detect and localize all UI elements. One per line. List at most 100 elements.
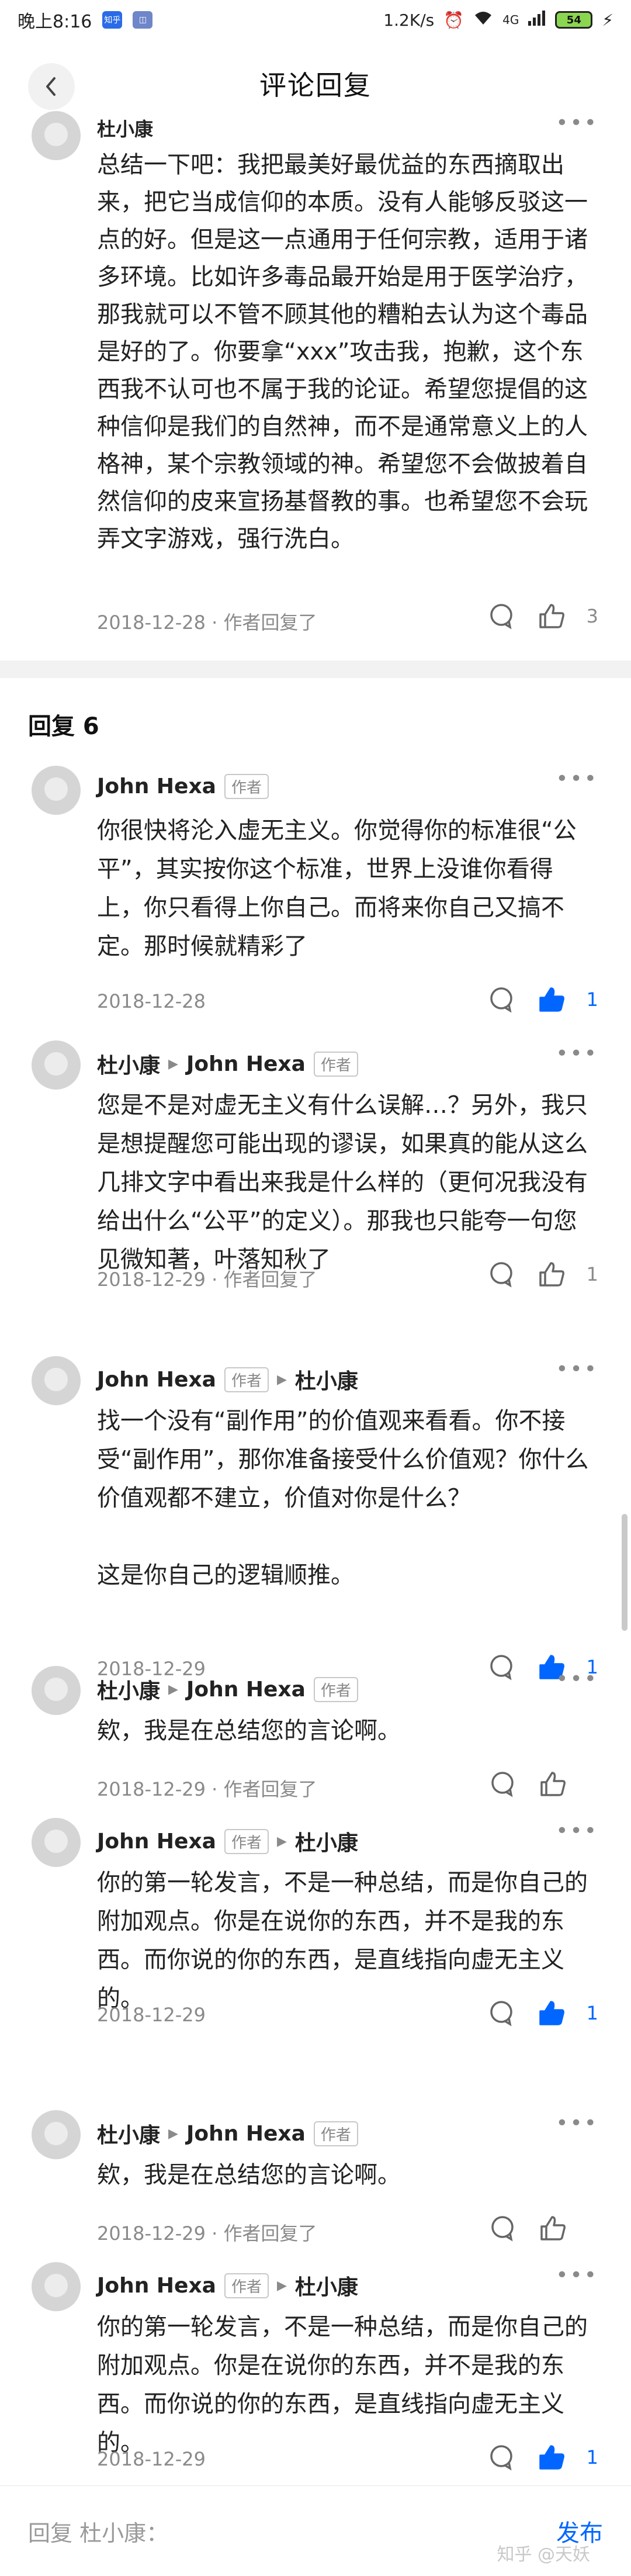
network-speed: 1.2K/s (383, 10, 435, 30)
avatar[interactable] (32, 1666, 81, 1715)
reply-target-name[interactable]: John Hexa (186, 2122, 306, 2146)
comment-text: 你的第一轮发言，不是一种总结，而是你自己的附加观点。你是在说你的东西，并不是我的… (97, 2314, 588, 2456)
comment-actions: 1 (486, 984, 598, 1015)
like-count: 1 (586, 2446, 598, 2468)
scrollbar[interactable] (622, 1514, 627, 1631)
reply-to-arrow-icon: ▶ (168, 1682, 178, 1697)
comment-actions (487, 1769, 598, 1799)
reply-input[interactable]: 回复 杜小康： (28, 2515, 168, 2547)
comment-date: 2018-12-29 · 作者回复了 (97, 2222, 317, 2245)
author-line: John Hexa 作者 ▶ 杜小康 (97, 1364, 358, 1395)
author-name[interactable]: John Hexa (97, 1368, 216, 1392)
comment-actions: 3 (486, 601, 598, 631)
thumbs-up-icon[interactable] (536, 1259, 567, 1289)
like-count: 1 (586, 988, 598, 1011)
author-tag: 作者 (224, 1367, 269, 1392)
like-count: 1 (586, 1263, 598, 1285)
reply-bubble-icon[interactable] (486, 601, 516, 631)
more-icon[interactable]: ••• (556, 2111, 598, 2135)
comment-text: 您是不是对虚无主义有什么误解…？另外，我只是想提醒您可能出现的谬误，如果真的能从… (97, 1092, 588, 1273)
reply-bubble-icon[interactable] (486, 1652, 516, 1682)
author-name[interactable]: John Hexa (97, 1830, 216, 1854)
reply-target-name[interactable]: 杜小康 (295, 1364, 358, 1395)
avatar[interactable] (32, 111, 81, 160)
like-count: 1 (586, 2002, 598, 2024)
comment-date: 2018-12-28 · 作者回复了 (97, 611, 317, 634)
watermark: 知乎 @天妖 (497, 2544, 590, 2565)
author-name[interactable]: 杜小康 (97, 115, 153, 141)
more-icon[interactable]: ••• (556, 111, 598, 135)
reply-to-arrow-icon: ▶ (277, 1372, 287, 1387)
avatar[interactable] (32, 2110, 81, 2159)
like-count: 3 (586, 605, 598, 627)
avatar[interactable] (32, 766, 81, 815)
thumbs-up-icon[interactable] (538, 1769, 568, 1799)
comment-actions: 1 (486, 1259, 598, 1289)
comment-text: 你很快将沦入虚无主义。你觉得你的标准很“公平”，其实按你这个标准，世界上没谁你看… (97, 817, 577, 960)
more-icon[interactable]: ••• (556, 767, 598, 791)
target-tag: 作者 (313, 1051, 358, 1077)
more-icon[interactable]: ••• (556, 1042, 598, 1066)
author-name[interactable]: 杜小康 (97, 2118, 160, 2149)
avatar[interactable] (32, 1040, 81, 1090)
comment-text: 找一个没有“副作用”的价值观来看看。你不接受“副作用”，那你准备接受什么价值观？… (97, 1408, 589, 1589)
author-line: 杜小康 ▶ John Hexa 作者 (97, 1049, 358, 1079)
author-name[interactable]: 杜小康 (97, 1674, 160, 1704)
thumbs-up-icon[interactable] (536, 984, 567, 1015)
more-icon[interactable]: ••• (556, 1357, 598, 1381)
signal-label: 4G (502, 13, 519, 27)
reply-to-arrow-icon: ▶ (277, 1834, 287, 1849)
reply-bubble-icon[interactable] (486, 2442, 516, 2473)
reply-bubble-icon[interactable] (486, 984, 516, 1015)
comment-actions: 1 (486, 2442, 598, 2473)
comment-text: 欸，我是在总结您的言论啊。 (97, 1717, 401, 1744)
signal-icon (528, 10, 546, 30)
zhihu-app-icon: 知乎 (102, 11, 123, 29)
thumbs-up-icon[interactable] (536, 2442, 567, 2473)
reply-bubble-icon[interactable] (486, 1259, 516, 1289)
author-name[interactable]: John Hexa (97, 2274, 216, 2298)
reply-to-arrow-icon: ▶ (168, 2126, 178, 2141)
avatar[interactable] (32, 1818, 81, 1867)
author-name[interactable]: John Hexa (97, 774, 216, 798)
author-line: John Hexa 作者 (97, 774, 269, 799)
reply-to-arrow-icon: ▶ (277, 2278, 287, 2293)
reply-target-name[interactable]: John Hexa (186, 1678, 306, 1702)
comment-text: 你的第一轮发言，不是一种总结，而是你自己的附加观点。你是在说你的东西，并不是我的… (97, 1869, 588, 2012)
reply-bubble-icon[interactable] (486, 1998, 516, 2028)
author-line: John Hexa 作者 ▶ 杜小康 (97, 2270, 358, 2301)
status-time: 晚上8:16 (18, 12, 92, 32)
thumbs-up-icon[interactable] (538, 2213, 568, 2243)
author-name[interactable]: 杜小康 (97, 1049, 160, 1079)
thumbs-up-icon[interactable] (536, 601, 567, 631)
author-tag: 作者 (224, 774, 269, 799)
status-right: 1.2K/s ⏰ 4G 54 ⚡ (383, 10, 613, 30)
more-icon[interactable]: ••• (556, 2263, 598, 2287)
avatar[interactable] (32, 1356, 81, 1405)
reply-bubble-icon[interactable] (487, 2213, 518, 2243)
comment-date: 2018-12-28 (97, 990, 206, 1012)
battery-icon: 54 (555, 11, 593, 29)
author-tag: 作者 (224, 2273, 269, 2298)
chevron-left-icon (46, 77, 56, 96)
target-tag: 作者 (313, 1676, 358, 1702)
author-line: 杜小康 ▶ John Hexa 作者 (97, 1674, 358, 1704)
back-button[interactable] (28, 63, 75, 110)
thumbs-up-icon[interactable] (536, 1998, 567, 2028)
comment-date: 2018-12-29 (97, 2004, 206, 2026)
alarm-icon: ⏰ (443, 10, 464, 30)
reply-bubble-icon[interactable] (487, 1769, 518, 1799)
comment-text: 总结一下吧：我把最美好最优益的东西摘取出来，把它当成信仰的本质。没有人能够反驳这… (97, 151, 588, 552)
comment-date: 2018-12-29 (97, 2448, 206, 2470)
status-bar: 晚上8:16 知乎 ◫ 1.2K/s ⏰ 4G 54 ⚡ (0, 0, 631, 40)
reply-target-name[interactable]: 杜小康 (295, 2270, 358, 2301)
section-divider (0, 661, 631, 678)
more-icon[interactable]: ••• (556, 1819, 598, 1843)
comment-date: 2018-12-29 · 作者回复了 (97, 1778, 317, 1800)
comment-date: 2018-12-29 · 作者回复了 (97, 1268, 317, 1291)
reply-target-name[interactable]: 杜小康 (295, 1826, 358, 1856)
gallery-app-icon: ◫ (133, 11, 153, 29)
more-icon[interactable]: ••• (556, 1667, 598, 1691)
avatar[interactable] (32, 2262, 81, 2311)
reply-target-name[interactable]: John Hexa (186, 1052, 306, 1076)
